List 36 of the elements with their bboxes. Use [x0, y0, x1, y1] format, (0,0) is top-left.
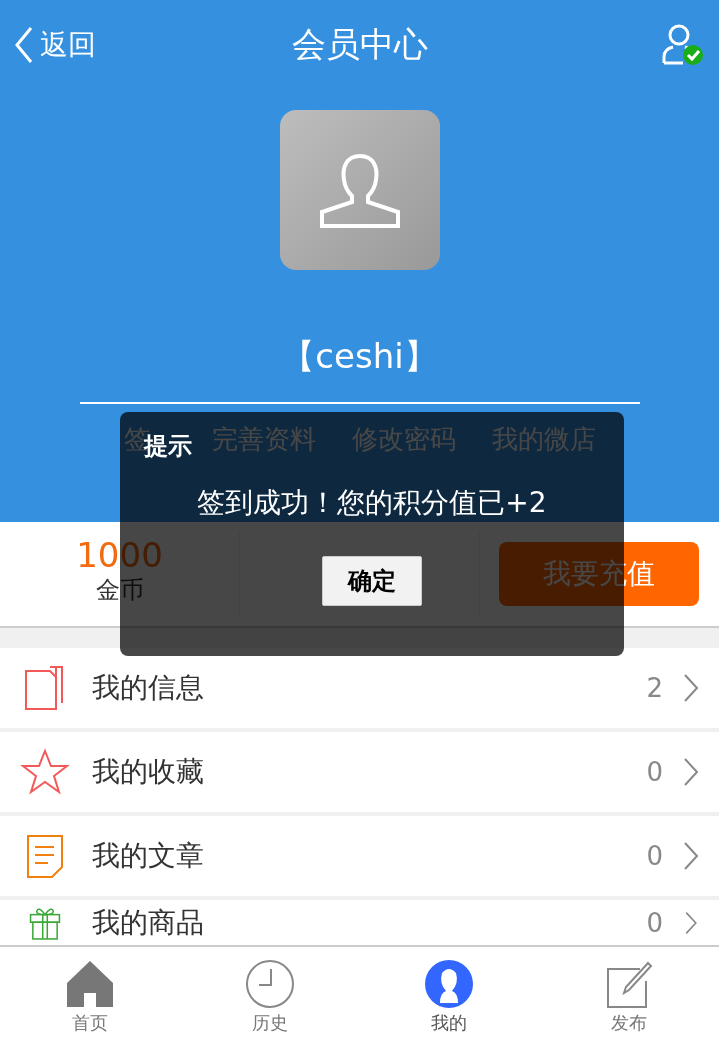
stat-label: 金币 — [95, 575, 144, 606]
back-button[interactable]: 返回 — [14, 25, 96, 65]
tab-label: 历史 — [251, 1011, 288, 1035]
tab-label: 我的 — [431, 1011, 468, 1035]
chevron-right-icon — [683, 757, 699, 787]
tab[interactable]: 首页 — [0, 947, 180, 1045]
menu-count: 0 — [646, 757, 663, 787]
tab[interactable]: 历史 — [179, 947, 360, 1045]
chevron-right-icon — [683, 910, 699, 935]
star-icon — [20, 747, 70, 797]
menu-item[interactable]: 我的文章 0 — [0, 816, 719, 896]
menu-item[interactable]: 我的商品 0 — [0, 900, 719, 945]
tab[interactable]: 发布 — [539, 947, 719, 1045]
menu-count: 0 — [646, 841, 663, 871]
page-title: 会员中心 — [291, 23, 428, 66]
user-check-icon[interactable] — [661, 23, 705, 67]
user-name: 【ceshi】 — [281, 335, 438, 378]
menu-count: 0 — [646, 907, 663, 938]
user-icon — [424, 959, 475, 1009]
menu-label: 我的信息 — [92, 670, 205, 706]
house-icon — [64, 959, 115, 1009]
tab[interactable]: 我的 — [359, 947, 540, 1045]
chevron-right-icon — [683, 673, 699, 703]
dialog-message: 签到成功！您的积分值已+2 — [197, 485, 547, 521]
clock-icon — [244, 959, 295, 1009]
edit-icon — [604, 959, 655, 1009]
menu-label: 我的收藏 — [92, 754, 205, 790]
tab-label: 首页 — [71, 1011, 108, 1035]
menu-label: 我的商品 — [92, 904, 205, 941]
tab-label: 发布 — [611, 1011, 648, 1035]
menu-item[interactable]: 我的收藏 0 — [0, 732, 719, 812]
chevron-right-icon — [683, 841, 699, 871]
confirm-button[interactable]: 确定 — [322, 556, 422, 606]
menu-item[interactable]: 我的信息 2 — [0, 648, 719, 728]
menu-label: 我的文章 — [92, 838, 205, 874]
menu-count: 2 — [646, 673, 663, 703]
